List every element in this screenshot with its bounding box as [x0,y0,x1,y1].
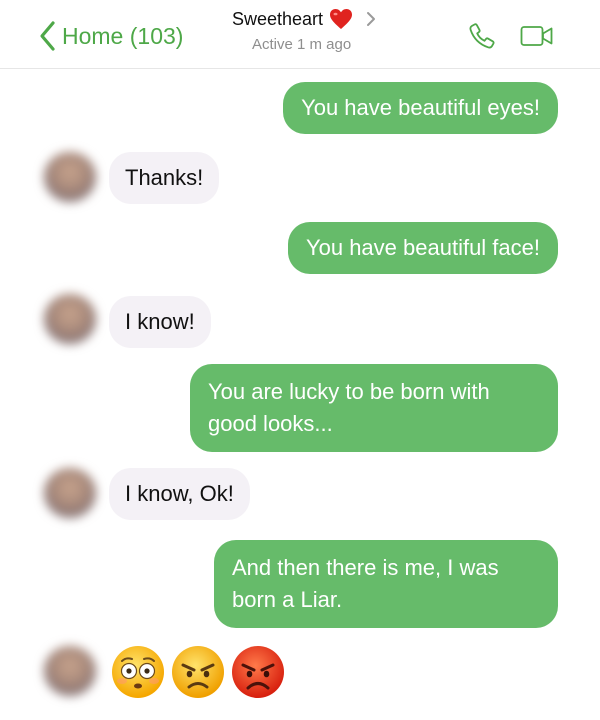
avatar[interactable] [36,290,104,352]
message-line: born a Liar. [232,587,343,612]
heart-icon [330,9,353,29]
outgoing-message[interactable]: You have beautiful face! [287,222,558,274]
avatar[interactable] [36,642,104,704]
outgoing-message[interactable]: You have beautiful eyes! [283,82,558,134]
pouting-face-emoji[interactable] [230,644,286,700]
chat-header: Home (103) Sweetheart Active 1 m ago [0,0,600,69]
back-button[interactable]: Home (103) [38,20,183,52]
back-label: Home (103) [62,22,184,49]
chevron-right-icon[interactable] [365,11,377,27]
video-camera-icon[interactable] [520,24,554,48]
incoming-message[interactable]: Thanks! [109,152,220,204]
incoming-message[interactable]: I know! [109,296,211,348]
chevron-left-icon [40,21,55,51]
message-line: And then there is me, I was [232,555,499,580]
message-line: good looks... [208,411,333,436]
contact-title[interactable]: Sweetheart Active 1 m ago [232,8,402,53]
outgoing-message[interactable]: And then there is me, I was born a Liar. [214,540,558,628]
outgoing-message[interactable]: You are lucky to be born with good looks… [190,364,558,452]
incoming-message[interactable]: I know, Ok! [109,468,250,520]
avatar[interactable] [36,464,104,526]
message-line: You are lucky to be born with [208,379,490,404]
contact-name[interactable]: Sweetheart [232,9,323,30]
avatar[interactable] [36,148,104,210]
angry-face-emoji[interactable] [170,644,226,700]
active-status: Active 1 m ago [252,36,352,53]
phone-icon[interactable] [467,21,497,51]
flushed-face-emoji[interactable] [110,644,166,700]
